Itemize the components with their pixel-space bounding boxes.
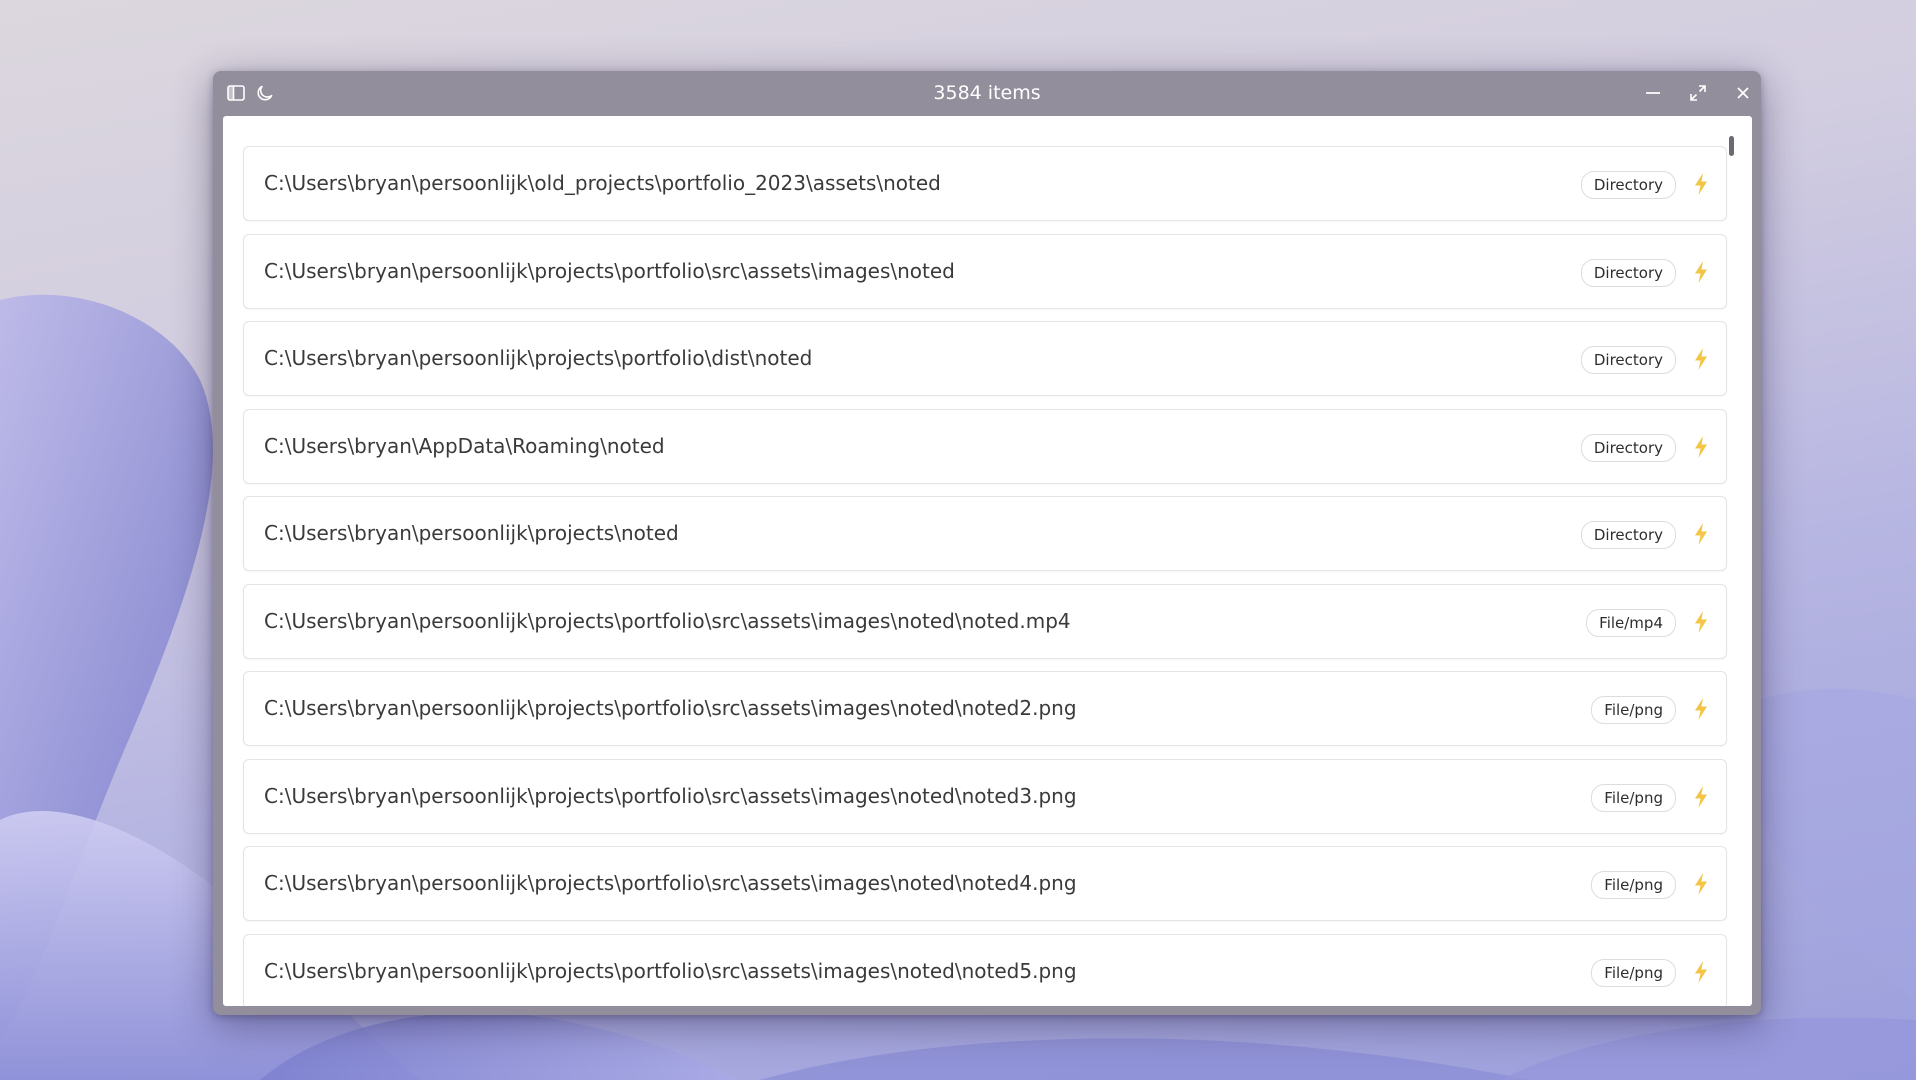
item-path: C:\Users\bryan\persoonlijk\projects\port…: [264, 871, 1077, 895]
window-title: 3584 items: [933, 82, 1041, 104]
type-badge: File/png: [1591, 783, 1676, 812]
results-panel: C:\Users\bryan\persoonlijk\old_projects\…: [223, 116, 1752, 1006]
item-path: C:\Users\bryan\persoonlijk\projects\port…: [264, 958, 1077, 983]
item-path: C:\Users\bryan\persoonlijk\projects\port…: [264, 346, 813, 370]
item-path: C:\Users\bryan\AppData\Roaming\noted: [264, 433, 665, 458]
type-badge: Directory: [1580, 171, 1676, 199]
type-badge: File/png: [1591, 696, 1676, 724]
type-badge: Directory: [1580, 433, 1676, 462]
lightning-icon[interactable]: [1694, 698, 1708, 720]
close-icon[interactable]: [1728, 71, 1758, 115]
type-badge: Directory: [1580, 346, 1676, 374]
lightning-icon[interactable]: [1694, 785, 1708, 808]
minimize-icon[interactable]: [1638, 71, 1668, 115]
item-path: C:\Users\bryan\persoonlijk\projects\port…: [264, 783, 1077, 808]
item-path: C:\Users\bryan\persoonlijk\projects\note…: [264, 521, 679, 545]
lightning-icon[interactable]: [1694, 173, 1708, 195]
list-item[interactable]: C:\Users\bryan\persoonlijk\projects\port…: [243, 233, 1727, 309]
lightning-icon[interactable]: [1694, 348, 1708, 370]
list-item[interactable]: C:\Users\bryan\persoonlijk\projects\port…: [243, 671, 1727, 746]
lightning-icon[interactable]: [1694, 523, 1708, 545]
item-path: C:\Users\bryan\persoonlijk\projects\port…: [264, 258, 955, 283]
title-bar[interactable]: 3584 items: [213, 71, 1761, 115]
list-item[interactable]: C:\Users\bryan\AppData\Roaming\noted Dir…: [243, 408, 1727, 484]
results-list: C:\Users\bryan\persoonlijk\old_projects\…: [243, 146, 1727, 1006]
desktop: 3584 items C:\Users\bryan\persoonlijk\ol…: [0, 0, 1916, 1080]
item-path: C:\Users\bryan\persoonlijk\old_projects\…: [264, 171, 941, 195]
scrollbar-thumb[interactable]: [1729, 136, 1734, 156]
lightning-icon[interactable]: [1694, 260, 1708, 283]
item-path: C:\Users\bryan\persoonlijk\projects\port…: [264, 608, 1071, 633]
lightning-icon[interactable]: [1694, 873, 1708, 895]
lightning-icon[interactable]: [1694, 610, 1708, 633]
sidebar-toggle-icon[interactable]: [221, 71, 251, 115]
list-item[interactable]: C:\Users\bryan\persoonlijk\projects\port…: [243, 846, 1727, 921]
type-badge: File/mp4: [1586, 608, 1676, 637]
type-badge: File/png: [1591, 958, 1676, 987]
type-badge: Directory: [1580, 521, 1676, 549]
moon-icon[interactable]: [250, 71, 280, 115]
list-item[interactable]: C:\Users\bryan\persoonlijk\projects\port…: [243, 583, 1727, 659]
list-item[interactable]: C:\Users\bryan\persoonlijk\projects\port…: [243, 758, 1727, 834]
list-item[interactable]: C:\Users\bryan\persoonlijk\old_projects\…: [243, 146, 1727, 221]
lightning-icon[interactable]: [1694, 435, 1708, 458]
list-item[interactable]: C:\Users\bryan\persoonlijk\projects\port…: [243, 321, 1727, 396]
type-badge: Directory: [1580, 258, 1676, 287]
item-path: C:\Users\bryan\persoonlijk\projects\port…: [264, 696, 1077, 720]
lightning-icon[interactable]: [1694, 960, 1708, 983]
type-badge: File/png: [1591, 871, 1676, 899]
list-item[interactable]: C:\Users\bryan\persoonlijk\projects\port…: [243, 933, 1727, 1006]
maximize-icon[interactable]: [1683, 71, 1713, 115]
app-window: 3584 items C:\Users\bryan\persoonlijk\ol…: [213, 71, 1761, 1015]
list-item[interactable]: C:\Users\bryan\persoonlijk\projects\note…: [243, 496, 1727, 571]
